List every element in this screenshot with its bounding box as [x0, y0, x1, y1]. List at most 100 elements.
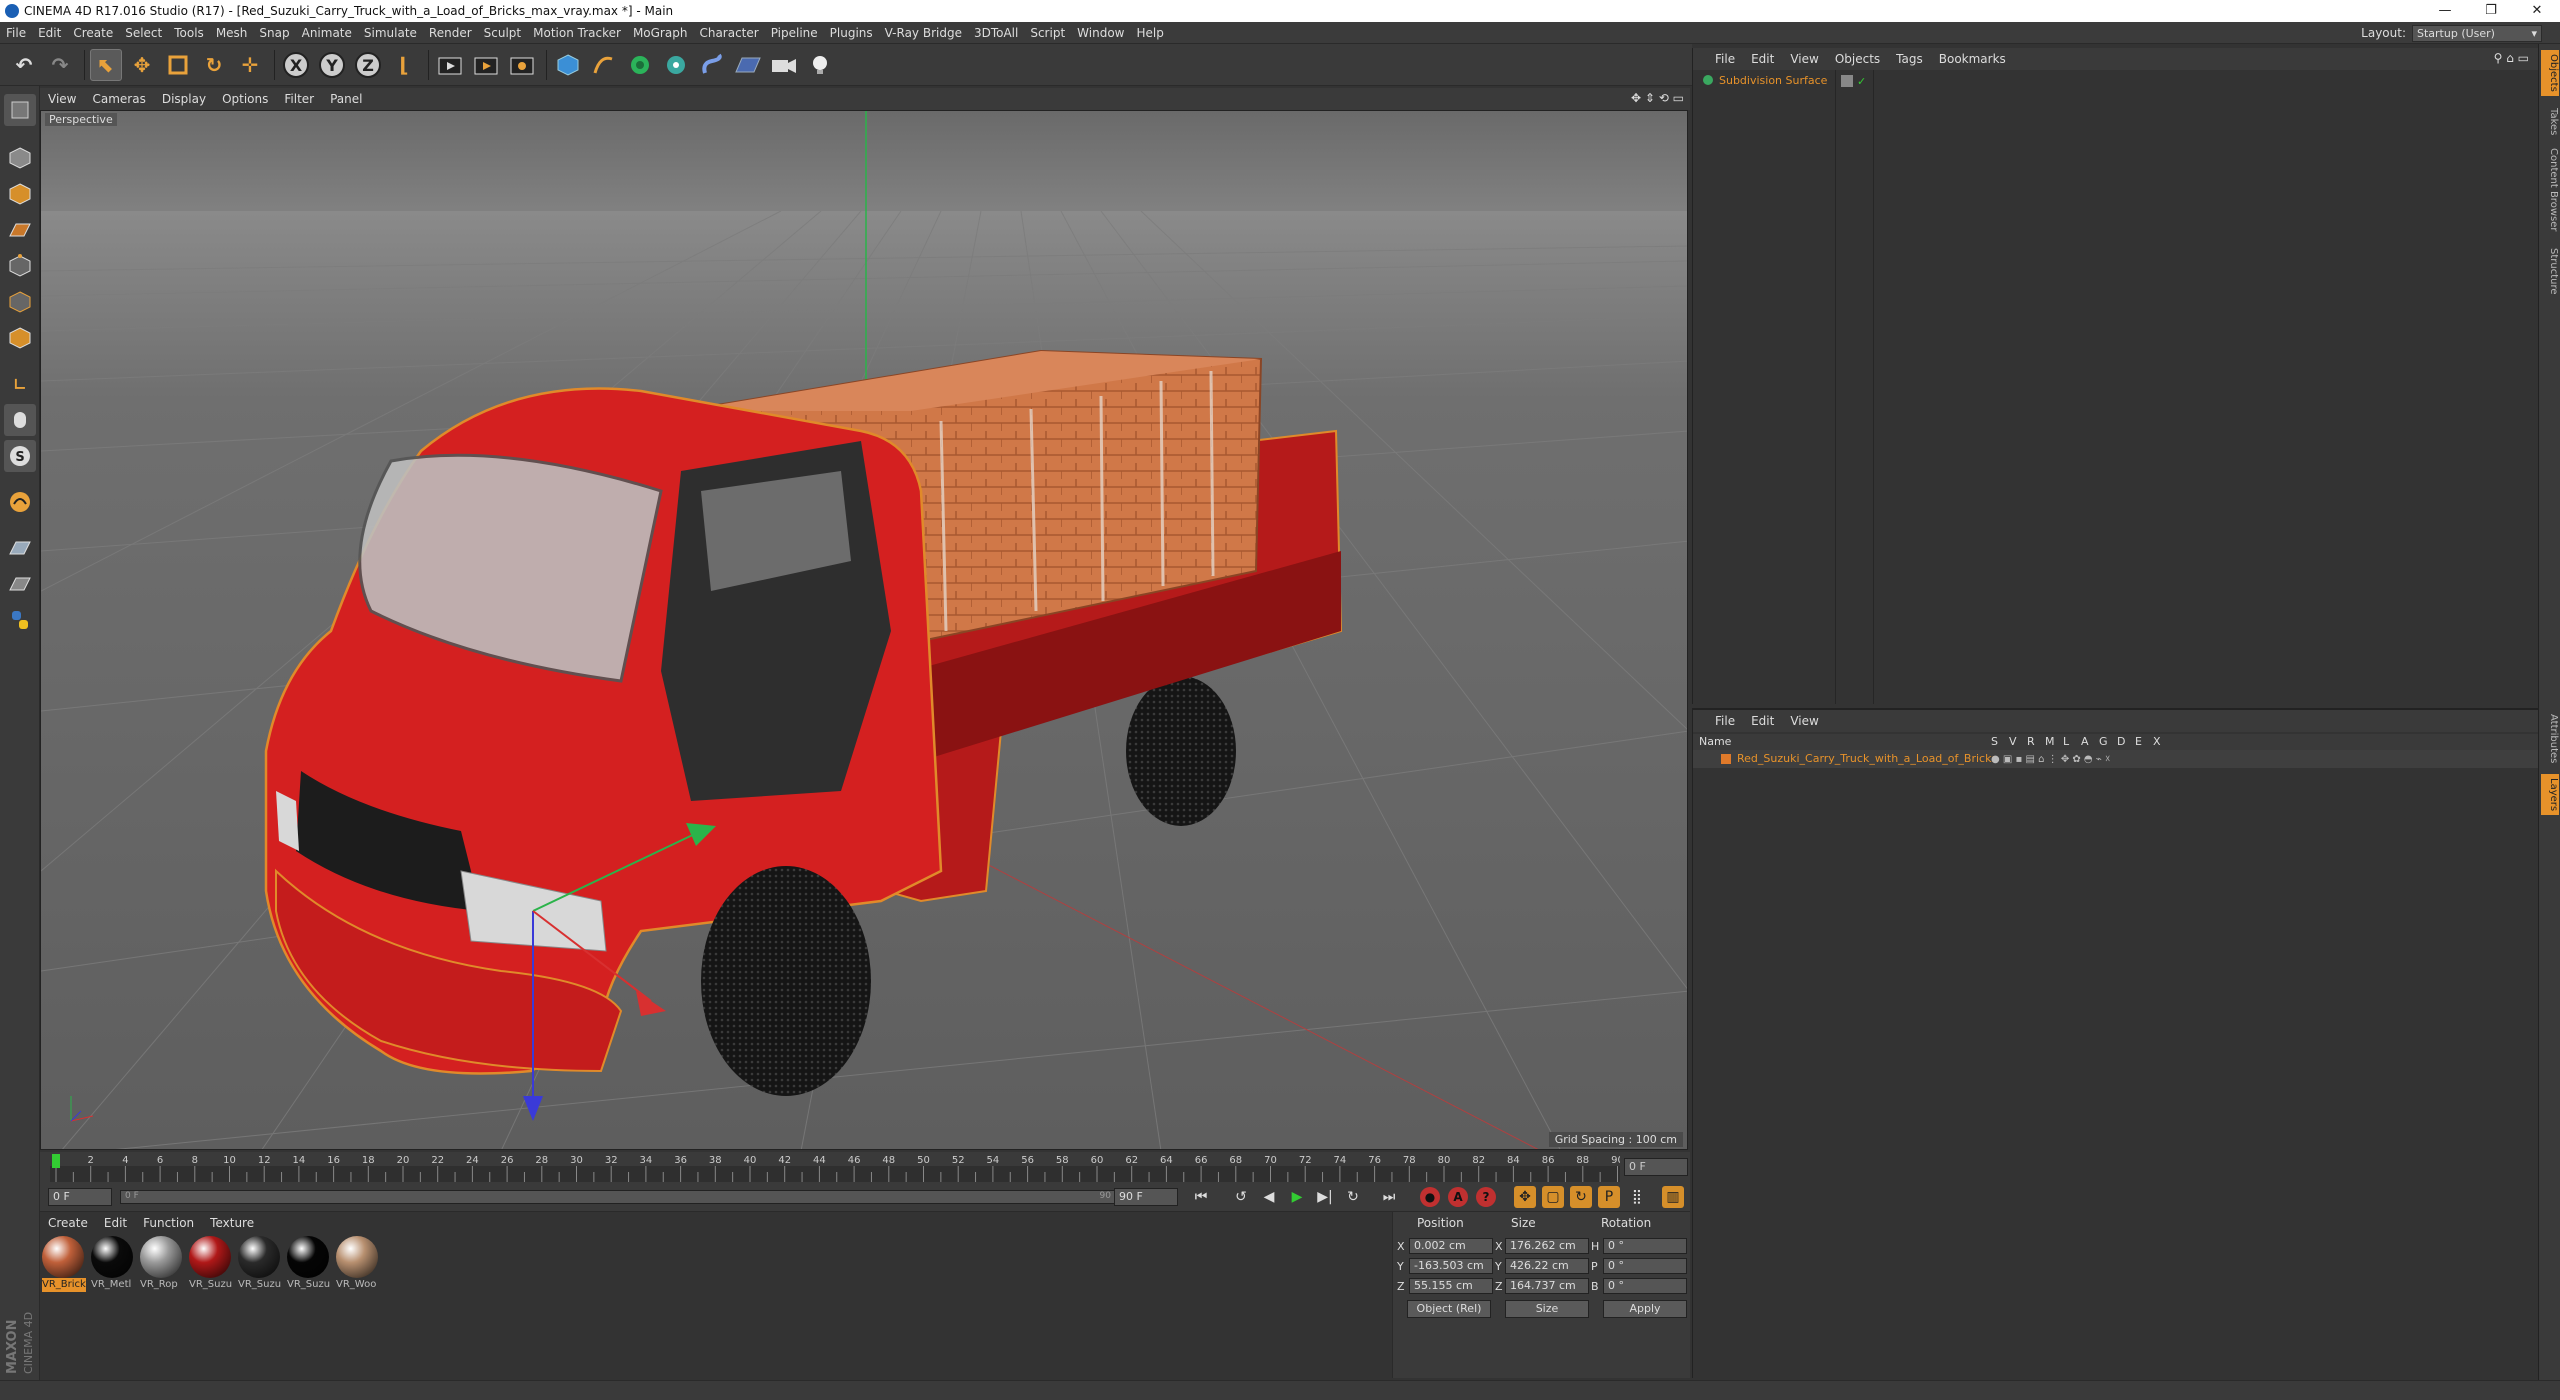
- timeline-track[interactable]: [50, 1166, 1620, 1182]
- go-to-end-icon[interactable]: ⏭: [1378, 1186, 1400, 1208]
- key-rotation-icon[interactable]: ↻: [1570, 1186, 1592, 1208]
- key-parameter-icon[interactable]: P: [1598, 1186, 1620, 1208]
- deformer-icon[interactable]: [696, 49, 728, 81]
- frame-range-slider[interactable]: 0 F 90 F: [120, 1190, 1140, 1204]
- nurbs-icon[interactable]: [624, 49, 656, 81]
- tab-attributes[interactable]: Attributes: [2541, 710, 2559, 767]
- menu-create[interactable]: Create: [67, 22, 119, 44]
- pen-spline-icon[interactable]: [588, 49, 620, 81]
- object-visibility-icon[interactable]: [1841, 75, 1853, 87]
- om-menu-objects[interactable]: Objects: [1827, 48, 1888, 70]
- points-mode-icon[interactable]: [4, 250, 36, 282]
- tab-takes[interactable]: Takes: [2541, 104, 2559, 139]
- z-axis-lock-icon[interactable]: Z: [352, 49, 384, 81]
- material-menu-function[interactable]: Function: [135, 1212, 202, 1234]
- viewport-menu-display[interactable]: Display: [154, 88, 214, 110]
- restore-button[interactable]: ❐: [2468, 0, 2514, 22]
- size-y-field[interactable]: 426.22 cm: [1505, 1258, 1589, 1274]
- go-to-previous-key-icon[interactable]: ↺: [1230, 1186, 1252, 1208]
- live-selection-icon[interactable]: ⬉: [90, 49, 122, 81]
- menu-sculpt[interactable]: Sculpt: [478, 22, 527, 44]
- menu-character[interactable]: Character: [693, 22, 764, 44]
- menu-select[interactable]: Select: [119, 22, 168, 44]
- workplane-mode-icon[interactable]: [4, 214, 36, 246]
- rotation-h-field[interactable]: 0 °: [1603, 1238, 1687, 1254]
- light-icon[interactable]: [804, 49, 836, 81]
- menu-animate[interactable]: Animate: [296, 22, 358, 44]
- key-pla-icon[interactable]: ⣿: [1626, 1186, 1648, 1208]
- go-to-start-icon[interactable]: ⏮: [1190, 1186, 1212, 1208]
- lm-menu-view[interactable]: View: [1782, 710, 1826, 732]
- go-to-next-key-icon[interactable]: ↻: [1342, 1186, 1364, 1208]
- current-frame-field[interactable]: 0 F: [1624, 1158, 1688, 1176]
- position-y-field[interactable]: -163.503 cm: [1409, 1258, 1493, 1274]
- viewport-menu-options[interactable]: Options: [214, 88, 276, 110]
- menu-mograph[interactable]: MoGraph: [627, 22, 694, 44]
- snap-icon[interactable]: S: [4, 440, 36, 472]
- menu-file[interactable]: File: [0, 22, 32, 44]
- menu-simulate[interactable]: Simulate: [358, 22, 423, 44]
- viewport-menu-cameras[interactable]: Cameras: [84, 88, 153, 110]
- menu-window[interactable]: Window: [1071, 22, 1130, 44]
- timeline-playhead[interactable]: [52, 1154, 60, 1168]
- keyframe-selection-icon[interactable]: ?: [1476, 1187, 1496, 1207]
- size-mode-dropdown[interactable]: Size: [1505, 1300, 1589, 1318]
- next-frame-icon[interactable]: ▶|: [1314, 1186, 1336, 1208]
- axis-mode-icon[interactable]: ∟: [4, 368, 36, 400]
- menu-plugins[interactable]: Plugins: [824, 22, 879, 44]
- menu-script[interactable]: Script: [1024, 22, 1071, 44]
- key-position-icon[interactable]: ✥: [1514, 1186, 1536, 1208]
- menu-tools[interactable]: Tools: [168, 22, 210, 44]
- size-z-field[interactable]: 164.737 cm: [1505, 1278, 1589, 1294]
- layer-row[interactable]: Red_Suzuki_Carry_Truck_with_a_Load_of_Br…: [1693, 750, 2539, 768]
- tab-layers[interactable]: Layers: [2541, 774, 2559, 816]
- floor-icon[interactable]: [732, 49, 764, 81]
- size-x-field[interactable]: 176.262 cm: [1505, 1238, 1589, 1254]
- layout-dropdown[interactable]: Startup (User): [2412, 24, 2542, 42]
- viewport-nav-icons[interactable]: ✥ ⇕ ⟲ ▭: [1631, 91, 1684, 105]
- material-menu-edit[interactable]: Edit: [96, 1212, 135, 1234]
- material-1[interactable]: VR_Metl: [91, 1236, 135, 1294]
- transform-icon[interactable]: ✛: [234, 49, 266, 81]
- render-view-icon[interactable]: [434, 49, 466, 81]
- model-mode-icon[interactable]: [4, 142, 36, 174]
- texture-mode-icon[interactable]: [4, 178, 36, 210]
- menu-mesh[interactable]: Mesh: [210, 22, 254, 44]
- material-4[interactable]: VR_Suzu: [238, 1236, 282, 1294]
- layer-color-swatch[interactable]: [1721, 754, 1731, 764]
- material-menu-create[interactable]: Create: [40, 1212, 96, 1234]
- menu-motion-tracker[interactable]: Motion Tracker: [527, 22, 627, 44]
- tab-objects[interactable]: Objects: [2541, 50, 2559, 96]
- menu-3dtoall[interactable]: 3DToAll: [968, 22, 1024, 44]
- render-to-picture-viewer-icon[interactable]: [470, 49, 502, 81]
- start-frame-field[interactable]: 0 F: [48, 1188, 112, 1206]
- timeline-layout-icon[interactable]: ▥: [1662, 1186, 1684, 1208]
- material-2[interactable]: VR_Rop: [140, 1236, 184, 1294]
- coordinate-system-icon[interactable]: ⌊: [388, 49, 420, 81]
- camera-icon[interactable]: [768, 49, 800, 81]
- locked-workplane-icon[interactable]: [4, 568, 36, 600]
- undo-icon[interactable]: ↶: [8, 49, 40, 81]
- viewport-menu-panel[interactable]: Panel: [322, 88, 370, 110]
- menu-snap[interactable]: Snap: [253, 22, 295, 44]
- lm-menu-edit[interactable]: Edit: [1743, 710, 1782, 732]
- layer-toggle-icons[interactable]: ● ▣ ▪ ▤ ⌂ ⋮ ✥ ✿ ◓ ⌁ ☓: [1991, 751, 2110, 769]
- object-enabled-check-icon[interactable]: ✓: [1857, 73, 1866, 91]
- key-scale-icon[interactable]: ▢: [1542, 1186, 1564, 1208]
- move-icon[interactable]: ✥: [126, 49, 158, 81]
- material-0[interactable]: VR_Brick: [42, 1236, 86, 1294]
- rotation-b-field[interactable]: 0 °: [1603, 1278, 1687, 1294]
- minimize-button[interactable]: —: [2422, 0, 2468, 22]
- cube-icon[interactable]: [552, 49, 584, 81]
- polygons-mode-icon[interactable]: [4, 322, 36, 354]
- menu-render[interactable]: Render: [423, 22, 478, 44]
- lm-menu-file[interactable]: File: [1707, 710, 1743, 732]
- menu-pipeline[interactable]: Pipeline: [765, 22, 824, 44]
- rotation-p-field[interactable]: 0 °: [1603, 1258, 1687, 1274]
- position-z-field[interactable]: 55.155 cm: [1409, 1278, 1493, 1294]
- menu-vray-bridge[interactable]: V-Ray Bridge: [879, 22, 968, 44]
- material-6[interactable]: VR_Woo: [336, 1236, 380, 1294]
- sculpt-icon[interactable]: [4, 486, 36, 518]
- material-3[interactable]: VR_Suzu: [189, 1236, 233, 1294]
- om-menu-view[interactable]: View: [1782, 48, 1826, 70]
